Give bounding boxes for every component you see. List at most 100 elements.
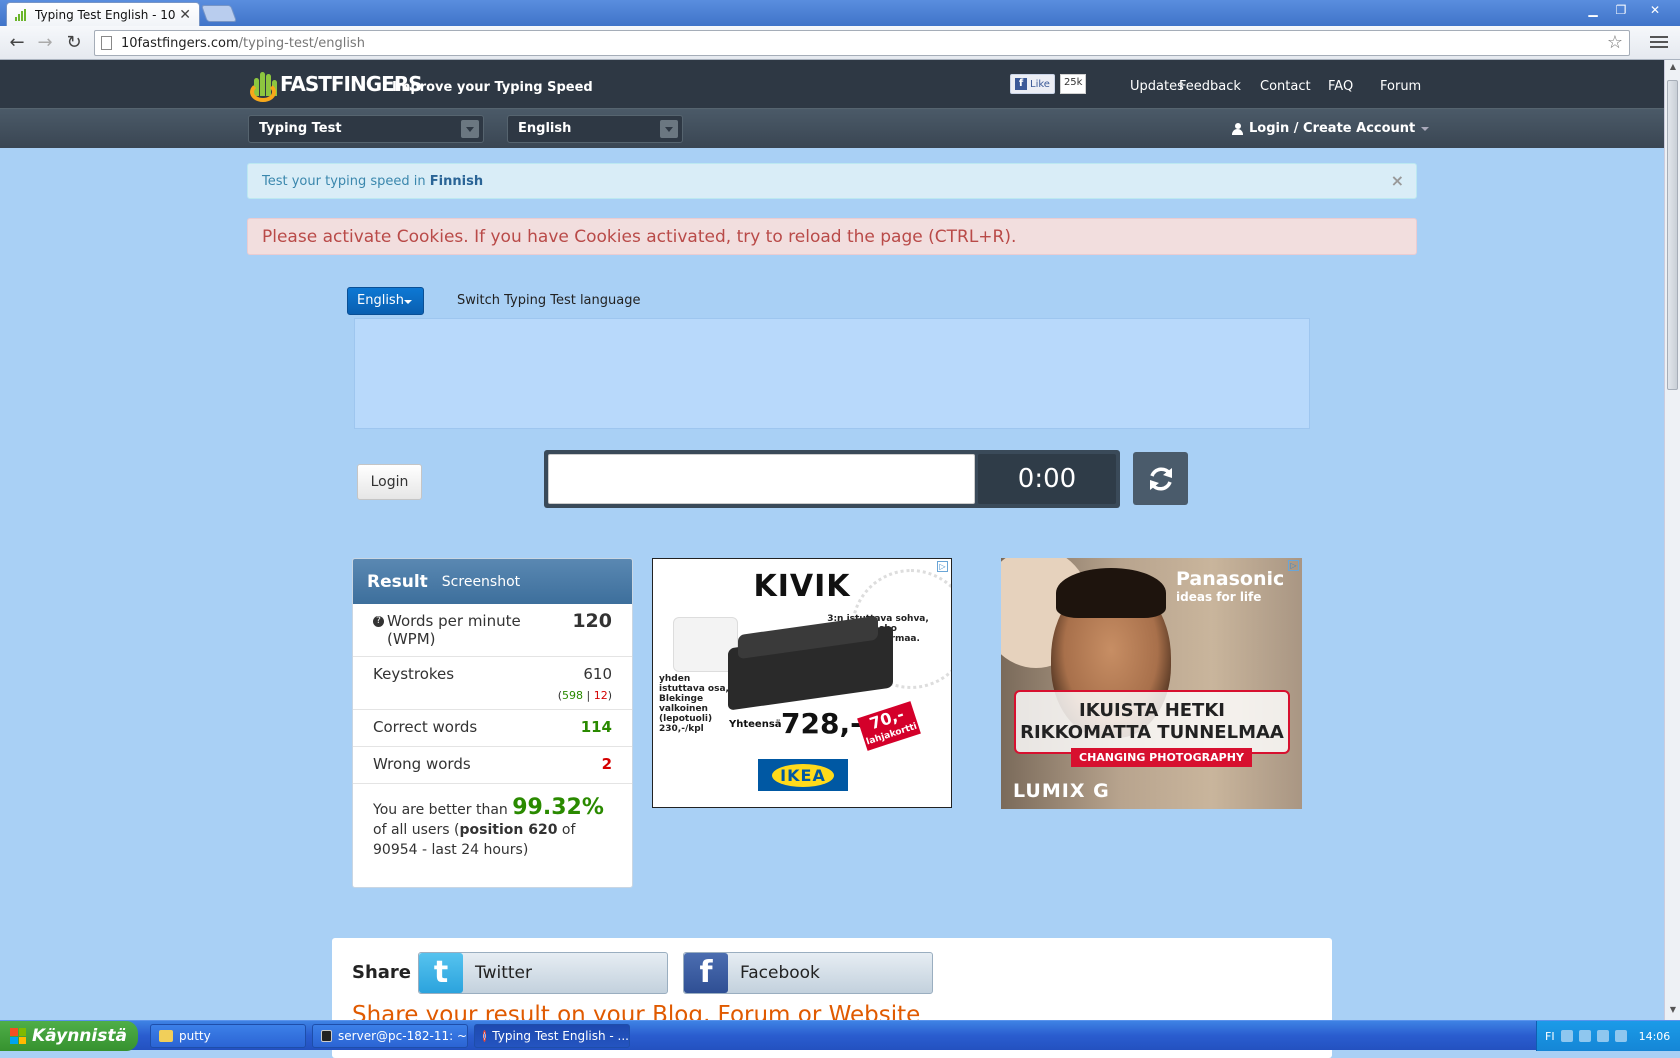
suggested-language-link[interactable]: Finnish xyxy=(430,174,483,189)
wrong-words-value: 2 xyxy=(601,755,612,773)
minimize-icon[interactable]: ▁ xyxy=(1582,2,1604,18)
facebook-icon: f xyxy=(1015,78,1027,90)
cookie-error-alert: Please activate Cookies. If you have Coo… xyxy=(247,218,1417,255)
nav-forum[interactable]: Forum xyxy=(1380,79,1421,94)
gift-card-badge: 70,- lahjakortti xyxy=(857,701,921,751)
close-window-icon[interactable]: ✕ xyxy=(1644,2,1666,18)
page-scrollbar[interactable]: ▲ ▼ xyxy=(1664,60,1680,1020)
scroll-down-arrow-icon[interactable]: ▼ xyxy=(1668,1005,1678,1015)
login-create-account-menu[interactable]: Login / Create Account xyxy=(1232,121,1430,136)
nav-faq[interactable]: FAQ xyxy=(1328,79,1353,94)
ranking-of: of all users ( xyxy=(373,822,460,838)
browser-tab-active[interactable]: Typing Test English - 10FastF ✕ xyxy=(6,2,200,26)
help-icon[interactable]: ? xyxy=(373,616,384,627)
ad-ikea-total-label: Yhteensä xyxy=(729,719,782,730)
ad-ikea-single-seat: yhden istuttava osa, Blekinge valkoinen … xyxy=(659,674,729,734)
facebook-share-button[interactable]: f Facebook xyxy=(683,952,933,994)
nav-feedback[interactable]: Feedback xyxy=(1179,79,1241,94)
changing-photography-label: CHANGING PHOTOGRAPHY xyxy=(1071,748,1252,767)
tab-screenshot[interactable]: Screenshot xyxy=(442,574,520,590)
task-label: server@pc-182-11: ~ xyxy=(338,1029,467,1043)
back-arrow-icon[interactable]: ← xyxy=(6,32,28,54)
language-select[interactable]: English xyxy=(507,115,683,143)
headline-line-1: IKUISTA HETKI xyxy=(1079,700,1225,721)
man-hair xyxy=(1056,568,1166,618)
countdown-timer: 0:00 xyxy=(978,454,1116,504)
language-value: English xyxy=(518,121,572,136)
chrome-icon xyxy=(483,1030,487,1042)
alert-info-text: Test your typing speed in xyxy=(262,174,426,189)
folder-icon xyxy=(159,1030,173,1042)
ad-ikea-price: 728,- xyxy=(781,707,862,740)
nav-updates[interactable]: Updates xyxy=(1130,79,1184,94)
headline-line-2: RIKKOMATTA TUNNELMAA xyxy=(1020,722,1284,743)
keystrokes-correct: 598 xyxy=(562,689,583,702)
ikea-advertisement[interactable]: ▷ KIVIK 3:n istuttava sohva, Dansbo tumm… xyxy=(652,558,952,808)
start-button[interactable]: Käynnistä xyxy=(0,1021,138,1051)
twitter-share-button[interactable]: t Twitter xyxy=(418,952,668,994)
close-tab-icon[interactable]: ✕ xyxy=(179,7,191,23)
fb-like-button[interactable]: f Like xyxy=(1010,74,1055,94)
network-icon[interactable] xyxy=(1560,1030,1573,1042)
task-label: putty xyxy=(179,1029,211,1043)
lumix-g-logo: LUMIX G xyxy=(1013,780,1110,802)
site-tagline: Improve your Typing Speed xyxy=(392,80,593,95)
hand-logo-icon xyxy=(250,66,278,102)
taskbar-item-chrome[interactable]: Typing Test English - ... xyxy=(474,1024,630,1048)
adchoices-icon[interactable]: ▷ xyxy=(1288,560,1299,571)
fb-like-label: Like xyxy=(1030,78,1050,90)
forward-arrow-icon[interactable]: → xyxy=(34,32,56,54)
wrong-words-row: Wrong words 2 xyxy=(353,747,632,784)
keystrokes-breakdown: (598 | 12) xyxy=(557,689,612,702)
typing-input[interactable] xyxy=(548,454,975,504)
browser-titlebar: Typing Test English - 10FastF ✕ ▁ ❐ ✕ xyxy=(0,0,1680,26)
keystrokes-row: Keystrokes 610 (598 | 12) xyxy=(353,657,632,710)
taskbar-item-putty-folder[interactable]: putty xyxy=(150,1024,306,1048)
facebook-like-widget[interactable]: f Like 25k xyxy=(1010,74,1087,94)
wpm-label: Words per minute (WPM) xyxy=(387,612,521,648)
security-icon[interactable] xyxy=(1596,1030,1609,1042)
browser-menu-icon[interactable] xyxy=(1650,33,1668,51)
panasonic-advertisement[interactable]: ▷ Panasonic ideas for life IKUISTA HETKI R… xyxy=(1001,558,1302,809)
restore-icon[interactable]: ❐ xyxy=(1610,2,1632,18)
taskbar-item-terminal[interactable]: server@pc-182-11: ~ xyxy=(312,1024,468,1048)
windows-logo-icon xyxy=(10,1028,26,1044)
update-icon[interactable] xyxy=(1614,1030,1627,1042)
site-favicon-icon xyxy=(15,8,29,21)
keystrokes-label: Keystrokes xyxy=(373,665,455,683)
reload-icon[interactable]: ↻ xyxy=(63,32,85,54)
test-type-select[interactable]: Typing Test xyxy=(248,115,484,143)
url-domain: 10fastfingers.com xyxy=(121,35,239,51)
address-bar[interactable]: 10fastfingers.com/typing-test/english ☆ xyxy=(94,30,1630,56)
volume-icon[interactable] xyxy=(1578,1030,1591,1042)
wpm-value: 120 xyxy=(572,610,612,632)
clock[interactable]: 14:06 xyxy=(1639,1030,1671,1043)
windows-taskbar: Käynnistä putty server@pc-182-11: ~ Typi… xyxy=(0,1020,1680,1051)
account-label: Login / Create Account xyxy=(1249,121,1416,136)
bookmark-star-icon[interactable]: ☆ xyxy=(1607,32,1623,53)
login-button[interactable]: Login xyxy=(357,464,422,500)
new-tab-button[interactable] xyxy=(200,5,238,22)
restart-test-button[interactable] xyxy=(1133,452,1188,505)
tab-result[interactable]: Result xyxy=(367,572,428,592)
result-tabs: Result Screenshot xyxy=(353,559,632,604)
correct-words-value: 114 xyxy=(580,718,612,736)
ikea-logo-text: IKEA xyxy=(772,763,834,787)
correct-words-label: Correct words xyxy=(373,718,478,736)
url-path: /typing-test/english xyxy=(238,35,365,51)
page-icon xyxy=(101,36,112,50)
tab-title: Typing Test English - 10FastF xyxy=(35,7,176,22)
close-alert-icon[interactable]: × xyxy=(1391,171,1404,190)
ranking-position: position 620 xyxy=(459,822,558,838)
scrollbar-thumb[interactable] xyxy=(1667,80,1678,390)
scroll-up-arrow-icon[interactable]: ▲ xyxy=(1668,62,1678,72)
site-header: FASTFINGERS Improve your Typing Speed fL… xyxy=(0,60,1664,108)
input-language-indicator[interactable]: FI xyxy=(1545,1030,1555,1043)
chevron-down-icon xyxy=(461,120,479,138)
nav-contact[interactable]: Contact xyxy=(1260,79,1311,94)
ikea-logo: IKEA xyxy=(758,759,848,791)
typing-input-group: 0:00 xyxy=(544,450,1120,508)
typing-language-dropdown[interactable]: English xyxy=(347,287,424,315)
ranking-percent: 99.32% xyxy=(512,795,604,820)
panasonic-slogan: ideas for life xyxy=(1176,590,1262,604)
